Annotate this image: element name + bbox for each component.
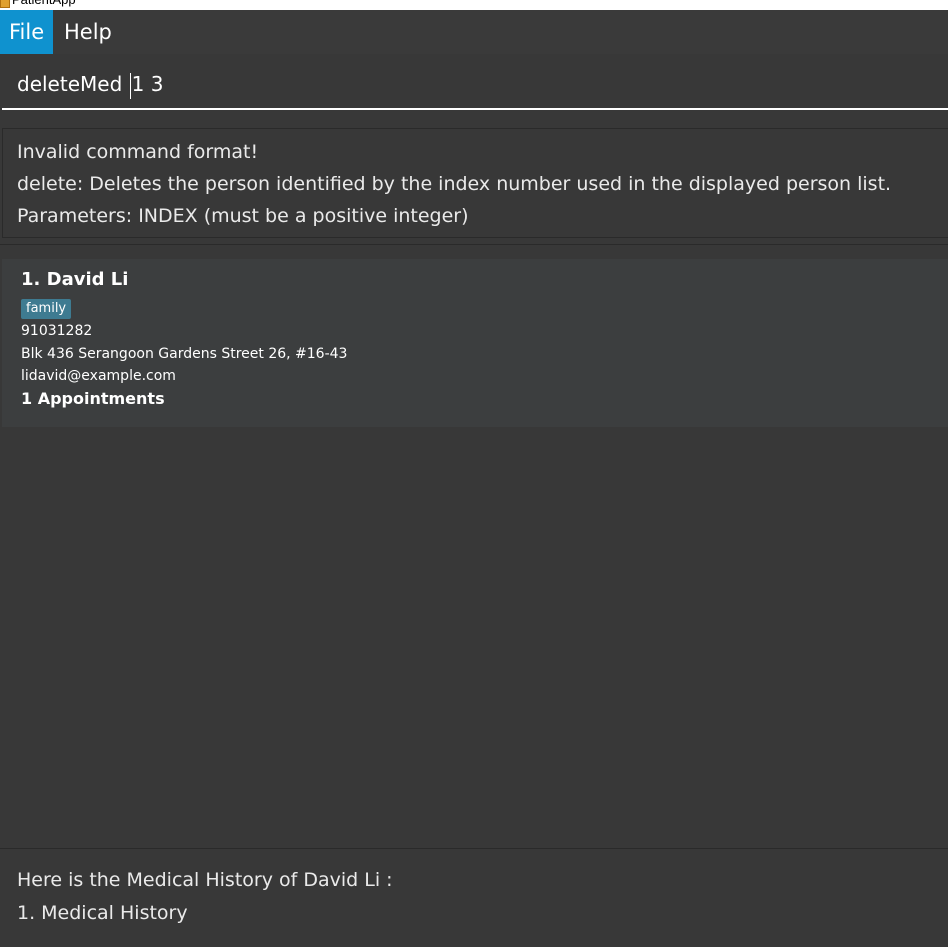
app-icon (0, 0, 10, 8)
command-text-before-caret: deleteMed (17, 72, 129, 96)
result-line: delete: Deletes the person identified by… (17, 173, 892, 195)
command-input[interactable]: deleteMed 1 3 (2, 58, 948, 110)
result-display[interactable]: Invalid command format! delete: Deletes … (2, 128, 948, 238)
menu-bar: File Help (0, 10, 948, 55)
window-title-bar: PatientApp (0, 0, 948, 10)
person-card[interactable]: 1. David Li family 91031282 Blk 436 Sera… (2, 259, 948, 427)
text-caret (129, 72, 131, 99)
person-address: Blk 436 Serangoon Gardens Street 26, #16… (21, 346, 348, 362)
person-name: 1. David Li (21, 269, 129, 290)
person-tag: family (21, 299, 72, 319)
app-window: File Help deleteMed 1 3 Invalid command … (0, 10, 948, 947)
result-line: Invalid command format! (17, 141, 259, 163)
command-text-after-caret: 1 3 (131, 72, 164, 96)
person-list[interactable]: 1. David Li family 91031282 Blk 436 Sera… (0, 244, 948, 849)
person-phone: 91031282 (21, 323, 93, 339)
person-appointments: 1 Appointments (21, 389, 165, 408)
menu-file[interactable]: File (0, 10, 54, 54)
result-line: Parameters: INDEX (must be a positive in… (17, 205, 469, 227)
window-title: PatientApp (12, 0, 76, 8)
person-email: lidavid@example.com (21, 368, 176, 384)
command-box: deleteMed 1 3 (0, 54, 948, 118)
history-line: Here is the Medical History of David Li … (17, 869, 393, 891)
history-line: 1. Medical History (17, 902, 188, 924)
menu-help[interactable]: Help (55, 10, 121, 54)
medical-history-panel[interactable]: Here is the Medical History of David Li … (0, 848, 948, 947)
